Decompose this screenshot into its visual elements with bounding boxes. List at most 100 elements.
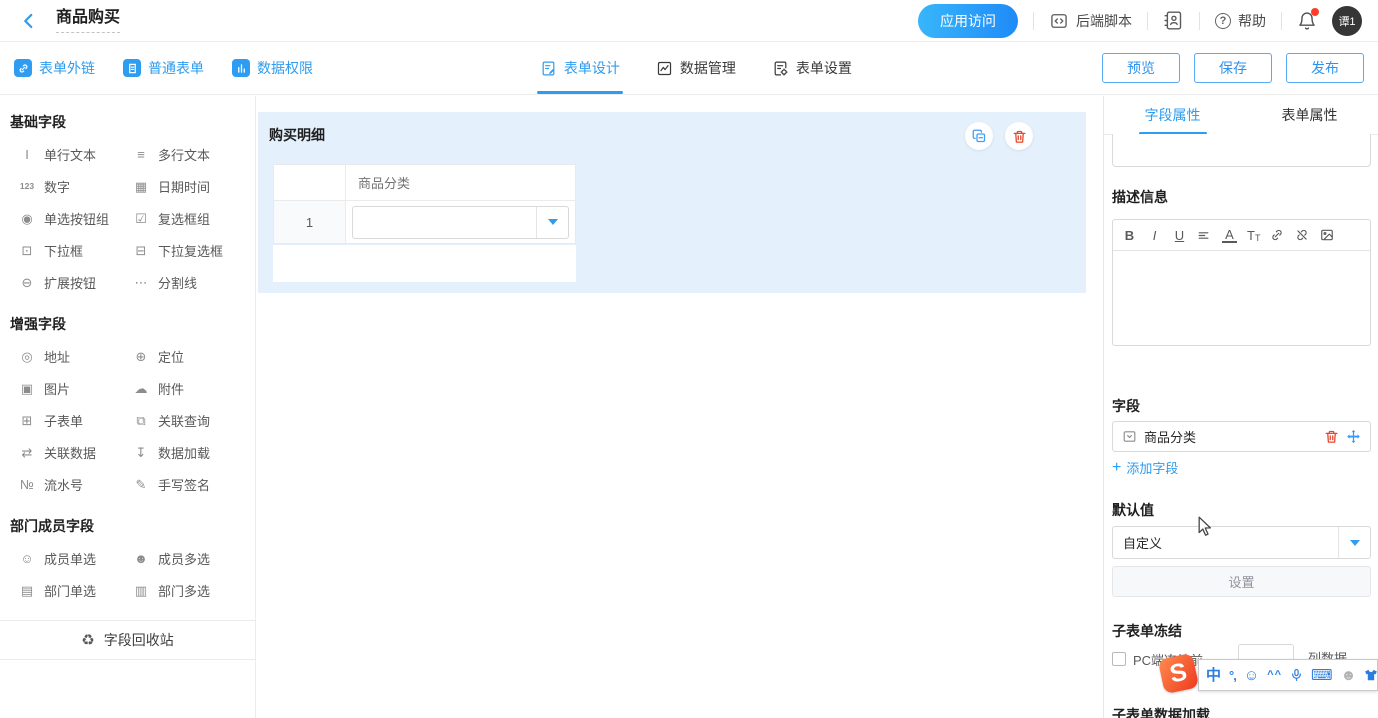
ime-profile-icon[interactable]: ☻ — [1341, 668, 1357, 683]
field-list-item[interactable]: 商品分类 — [1112, 421, 1371, 452]
add-field-label: 添加字段 — [1126, 458, 1178, 477]
tab-data-manage[interactable]: 数据管理 — [656, 42, 736, 94]
tab-form-design[interactable]: 表单设计 — [540, 42, 620, 94]
row-value-cell — [346, 200, 575, 243]
field-item-serial-number[interactable]: №流水号 — [18, 468, 132, 500]
field-item-label: 下拉复选框 — [158, 241, 223, 260]
data-permission-label: 数据权限 — [257, 58, 313, 78]
subform-title: 购买明细 — [269, 125, 325, 145]
org-directory-button[interactable] — [1163, 10, 1184, 31]
field-item-label: 部门单选 — [44, 581, 96, 600]
copy-widget-button[interactable] — [965, 122, 993, 150]
field-item-divider[interactable]: ⋯分割线 — [132, 266, 255, 298]
backend-script-button[interactable]: 后端脚本 — [1049, 11, 1132, 31]
help-button[interactable]: ? 帮助 — [1215, 11, 1266, 31]
unlink-icon[interactable] — [1295, 228, 1310, 242]
field-item-signature[interactable]: ✎手写签名 — [132, 468, 255, 500]
default-value-select[interactable]: 自定义 — [1112, 526, 1371, 559]
font-size-small: T — [1255, 233, 1261, 243]
field-item-label: 部门多选 — [158, 581, 210, 600]
field-item-member-single[interactable]: ☺成员单选 — [18, 542, 132, 574]
field-item-number[interactable]: 123数字 — [18, 170, 132, 202]
move-field-icon[interactable] — [1346, 429, 1361, 444]
ime-emoji-icon[interactable]: ☺ — [1244, 668, 1259, 683]
field-item-multi-select[interactable]: ⊟ 下拉复选框 — [132, 234, 255, 266]
ime-chinese-mode-icon[interactable]: 中 — [1206, 668, 1221, 683]
ime-keyboard-icon[interactable]: ⌨ — [1311, 668, 1333, 683]
category-select[interactable] — [352, 206, 569, 239]
subform-table: 商品分类 1 — [273, 164, 576, 244]
field-item-linked-query[interactable]: ⧉关联查询 — [132, 404, 255, 436]
tab-form-properties[interactable]: 表单属性 — [1241, 96, 1378, 134]
field-item-checkbox-group[interactable]: ☑复选框组 — [132, 202, 255, 234]
data-permission-button[interactable]: 数据权限 — [232, 58, 313, 78]
select-icon: ⊡ — [18, 244, 36, 257]
preview-button[interactable]: 预览 — [1102, 53, 1180, 83]
subform-widget-selected[interactable]: 购买明细 商品分类 1 — [258, 112, 1086, 293]
field-item-label: 单选按钮组 — [44, 209, 109, 228]
field-item-address[interactable]: ◎地址 — [18, 340, 132, 372]
field-recycle-bin[interactable]: ♻ 字段回收站 — [0, 620, 255, 660]
insert-image-icon[interactable] — [1320, 228, 1335, 242]
divider — [1199, 12, 1200, 30]
trash-icon — [1012, 129, 1027, 144]
tab-field-properties[interactable]: 字段属性 — [1104, 96, 1241, 134]
backend-script-label: 后端脚本 — [1076, 11, 1132, 31]
app-access-button[interactable]: 应用访问 — [918, 4, 1018, 38]
underline-icon[interactable]: U — [1172, 228, 1187, 243]
ime-skin-icon[interactable] — [1364, 668, 1378, 682]
publish-button[interactable]: 发布 — [1286, 53, 1364, 83]
settings-button[interactable]: 设置 — [1112, 566, 1371, 597]
normal-form-button[interactable]: 普通表单 — [123, 58, 204, 78]
font-size-icon[interactable]: TT — [1247, 228, 1260, 243]
field-item-attachment[interactable]: ☁附件 — [132, 372, 255, 404]
field-item-label: 扩展按钮 — [44, 273, 96, 292]
align-icon[interactable] — [1197, 229, 1212, 242]
delete-widget-button[interactable] — [1005, 122, 1033, 150]
rich-text-toolbar: B I U A TT — [1113, 220, 1370, 251]
field-item-data-load[interactable]: ↧数据加载 — [132, 436, 255, 468]
link-icon[interactable] — [1270, 228, 1285, 242]
freeze-checkbox[interactable] — [1112, 652, 1126, 666]
bold-icon[interactable]: B — [1122, 228, 1137, 243]
description-textarea[interactable] — [1113, 251, 1370, 345]
divider — [1033, 12, 1034, 30]
ime-punctuation-icon[interactable]: °, — [1229, 669, 1236, 682]
delete-field-icon[interactable] — [1324, 429, 1339, 444]
basic-field-items: I单行文本 ≡多行文本 123数字 ▦日期时间 ◉单选按钮组 ☑复选框组 ⊡下拉… — [0, 138, 255, 298]
field-item-member-multi[interactable]: ☻成员多选 — [132, 542, 255, 574]
avatar[interactable]: 谭1 — [1332, 6, 1362, 36]
default-value-label: 默认值 — [1112, 500, 1154, 520]
multi-select-icon: ⊟ — [132, 244, 150, 257]
tab-form-settings[interactable]: 表单设置 — [772, 42, 852, 94]
field-item-select[interactable]: ⊡下拉框 — [18, 234, 132, 266]
back-button[interactable] — [16, 8, 42, 34]
field-title-input[interactable] — [1112, 134, 1371, 167]
page-title[interactable]: 商品购买 — [56, 9, 120, 33]
add-field-button[interactable]: + 添加字段 — [1112, 458, 1178, 477]
field-item-extend-button[interactable]: ⊖扩展按钮 — [18, 266, 132, 298]
field-item-dept-single[interactable]: ▤部门单选 — [18, 574, 132, 606]
ime-expression-icon[interactable]: ^^ — [1267, 670, 1282, 681]
field-item-linked-data[interactable]: ⇄关联数据 — [18, 436, 132, 468]
font-color-icon[interactable]: A — [1222, 228, 1237, 243]
ime-mic-icon[interactable] — [1290, 668, 1303, 682]
field-item-multi-text[interactable]: ≡多行文本 — [132, 138, 255, 170]
ime-logo[interactable]: S — [1158, 653, 1200, 695]
field-item-label: 数据加载 — [158, 443, 210, 462]
field-item-single-text[interactable]: I单行文本 — [18, 138, 132, 170]
field-item-name: 商品分类 — [1144, 427, 1317, 446]
italic-icon[interactable]: I — [1147, 228, 1162, 243]
field-item-radio-group[interactable]: ◉单选按钮组 — [18, 202, 132, 234]
field-item-dept-multi[interactable]: ▥部门多选 — [132, 574, 255, 606]
field-item-label: 图片 — [44, 379, 70, 398]
field-item-location[interactable]: ⊕定位 — [132, 340, 255, 372]
save-button[interactable]: 保存 — [1194, 53, 1272, 83]
field-item-image[interactable]: ▣图片 — [18, 372, 132, 404]
field-item-datetime[interactable]: ▦日期时间 — [132, 170, 255, 202]
notifications-button[interactable] — [1297, 11, 1317, 31]
select-field-type-icon — [1122, 429, 1137, 444]
select-caret-segment — [1338, 527, 1370, 558]
form-external-link-button[interactable]: 表单外链 — [14, 58, 95, 78]
field-item-subform[interactable]: ⊞子表单 — [18, 404, 132, 436]
